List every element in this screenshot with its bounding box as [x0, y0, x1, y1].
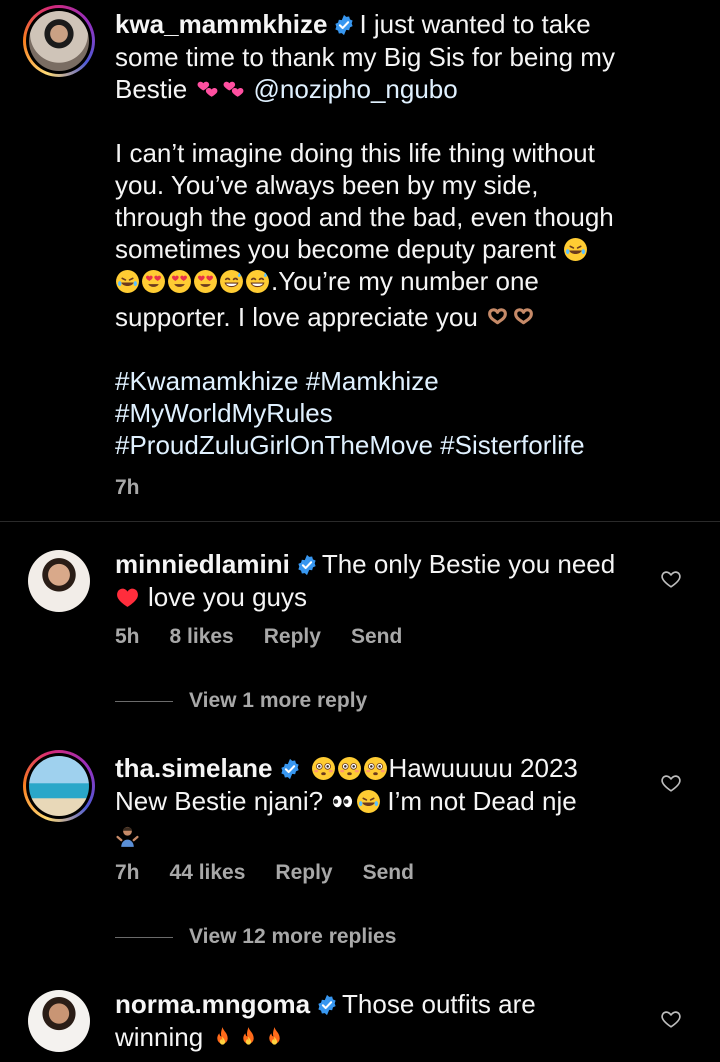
post-para2-line-5: .You’re my number one	[115, 265, 539, 297]
post-para2-line-1: I can’t imagine doing this life thing wi…	[115, 138, 595, 168]
verified-badge-icon	[316, 994, 338, 1016]
verified-badge-icon	[333, 14, 355, 36]
comment-line-3	[115, 820, 141, 852]
send-button[interactable]: Send	[351, 625, 402, 648]
mention-link[interactable]: @nozipho_ngubo	[254, 74, 458, 104]
grin-sweat-icon	[219, 269, 244, 294]
flushed-face-icon	[311, 756, 336, 781]
post-author-avatar[interactable]	[23, 5, 95, 77]
comment-line-2: New Bestie njani? I’m not Dead nje	[115, 786, 577, 816]
comment-likes[interactable]: 8 likes	[170, 625, 234, 648]
heart-eyes-icon	[167, 269, 192, 294]
comment-line-2: winning	[115, 1021, 288, 1053]
verified-badge-icon	[296, 554, 318, 576]
post-timestamp: 7h	[115, 476, 140, 499]
two-hearts-icon	[221, 77, 246, 102]
comment-meta: 5h 8 likes Reply Send	[115, 625, 432, 649]
heart-hands-icon	[485, 305, 510, 330]
post-author-username[interactable]: kwa_mammkhize	[115, 9, 327, 39]
post-para2-line-2: you. You’ve always been by my side,	[115, 170, 539, 200]
comment-line-2: love you guys	[115, 581, 307, 613]
flushed-face-icon	[337, 756, 362, 781]
comment-likes[interactable]: 44 likes	[170, 861, 246, 884]
comment-username[interactable]: minniedlamini	[115, 549, 290, 579]
hashtags-line-1[interactable]: #Kwamamkhize #Mamkhize	[115, 365, 439, 397]
comment-timestamp: 7h	[115, 861, 140, 884]
post-caption-text: I just wanted to take	[359, 9, 591, 39]
fire-icon	[262, 1025, 287, 1050]
post-para2-line-3: through the good and the bad, even thoug…	[115, 202, 614, 232]
view-replies-line	[115, 936, 173, 938]
reply-button[interactable]: Reply	[275, 861, 332, 884]
comment-avatar[interactable]	[23, 750, 95, 822]
heart-eyes-icon	[193, 269, 218, 294]
comment-meta: 7h 44 likes Reply Send	[115, 861, 444, 885]
heart-eyes-icon	[141, 269, 166, 294]
comment-line-1: minniedlamini The only Bestie you need	[115, 549, 616, 579]
like-heart-icon[interactable]	[660, 1008, 682, 1030]
post-para2-line-6: supporter. I love appreciate you	[115, 301, 537, 333]
post-para2-line-4: sometimes you become deputy parent	[115, 233, 589, 265]
comment-line-1: norma.mngoma Those outfits are	[115, 989, 536, 1019]
view-replies-button[interactable]: View 1 more reply	[115, 689, 367, 713]
comment-timestamp: 5h	[115, 625, 140, 648]
like-heart-icon[interactable]	[660, 568, 682, 590]
red-heart-icon	[115, 585, 140, 610]
comment-username[interactable]: norma.mngoma	[115, 989, 310, 1019]
eyes-icon	[330, 789, 355, 814]
comment-avatar[interactable]	[28, 550, 90, 612]
hashtags-line-2[interactable]: #MyWorldMyRules	[115, 397, 333, 429]
comment-line-1: tha.simelane Hawuuuuu 2023	[115, 753, 578, 783]
two-hearts-icon	[195, 77, 220, 102]
view-replies-button[interactable]: View 12 more replies	[115, 925, 396, 949]
grin-sweat-icon	[245, 269, 270, 294]
flushed-face-icon	[363, 756, 388, 781]
comment-avatar[interactable]	[28, 990, 90, 1052]
post-line-3: Bestie @nozipho_ngubo	[115, 74, 458, 104]
verified-badge-icon	[279, 758, 301, 780]
post-divider	[0, 521, 720, 522]
view-replies-line	[115, 700, 173, 702]
fire-icon	[210, 1025, 235, 1050]
hashtags-line-3[interactable]: #ProudZuluGirlOnTheMove #Sisterforlife	[115, 429, 585, 461]
comment-username[interactable]: tha.simelane	[115, 753, 273, 783]
rolling-laugh-icon	[356, 789, 381, 814]
send-button[interactable]: Send	[363, 861, 414, 884]
rolling-laugh-icon	[115, 269, 140, 294]
heart-hands-icon	[511, 305, 536, 330]
fire-icon	[236, 1025, 261, 1050]
like-heart-icon[interactable]	[660, 772, 682, 794]
post-line-2: some time to thank my Big Sis for being …	[115, 42, 615, 72]
person-shrugging-icon	[115, 824, 140, 849]
post-line-1: kwa_mammkhize I just wanted to take	[115, 8, 591, 40]
reply-button[interactable]: Reply	[264, 625, 321, 648]
rolling-laugh-icon	[563, 237, 588, 262]
